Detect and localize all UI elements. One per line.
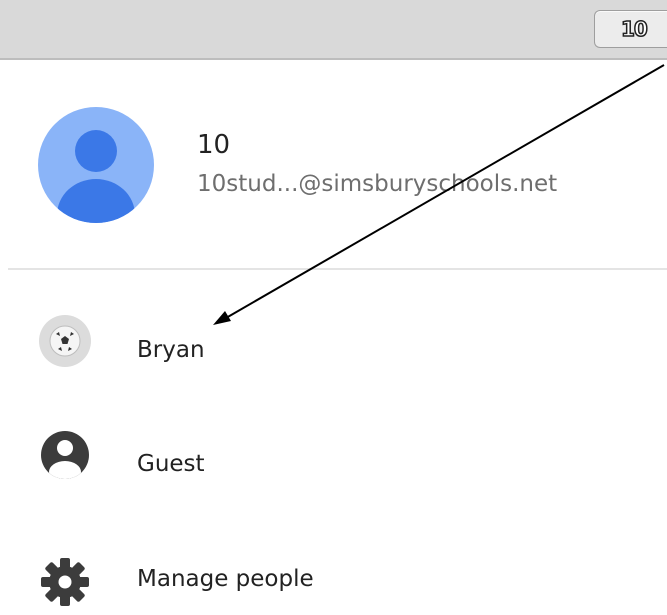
- menu-divider: [8, 268, 667, 270]
- menu-item-label: Bryan: [137, 337, 205, 363]
- guest-person-icon: [41, 431, 89, 479]
- account-name: 10: [197, 130, 231, 160]
- account-email: 10stud...@simsburyschools.net: [197, 171, 558, 197]
- menu-item-guest[interactable]: Guest: [0, 426, 667, 506]
- current-account: 10 10stud...@simsburyschools.net: [0, 62, 667, 268]
- gear-icon: [41, 558, 89, 606]
- account-avatar-icon: [38, 107, 154, 223]
- menu-item-label: Guest: [137, 451, 205, 477]
- profile-button-label: 10: [620, 16, 648, 42]
- profile-button[interactable]: 10: [594, 10, 667, 48]
- menu-item-label: Manage people: [137, 566, 314, 592]
- soccer-ball-avatar-icon: [39, 315, 91, 367]
- profile-menu-screenshot: 10 10 10stud...@simsburyschools.net Brya…: [0, 0, 667, 615]
- menu-item-bryan[interactable]: Bryan: [0, 314, 667, 394]
- browser-titlebar: 10: [0, 0, 667, 60]
- menu-item-manage-people[interactable]: Manage people: [0, 540, 667, 615]
